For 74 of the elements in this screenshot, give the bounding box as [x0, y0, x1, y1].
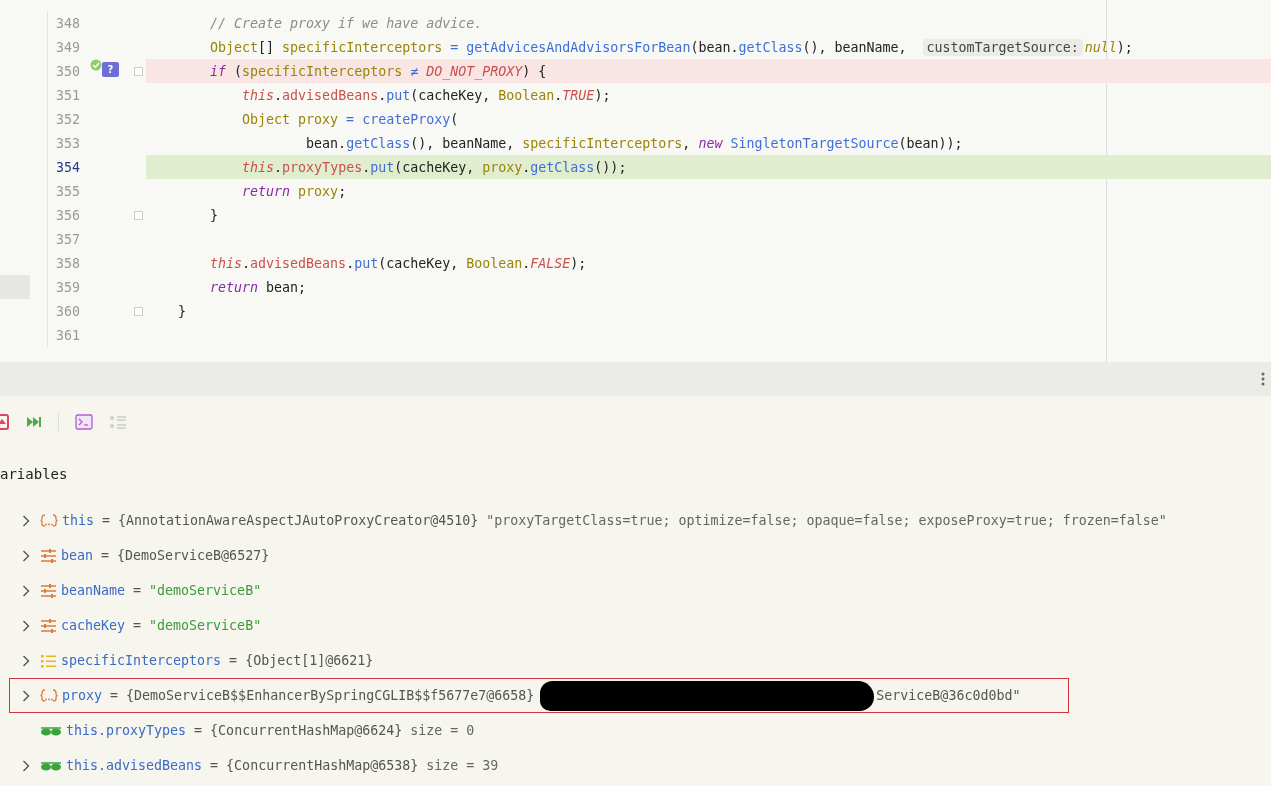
code-line: Object[] specificInterceptors = getAdvicesAndAdvisorsForBean(bean.getClass(), beanName, customTargetSource: null); — [209, 37, 1134, 58]
variable-name: this — [62, 513, 95, 528]
line-number: 354 — [54, 159, 80, 175]
glasses-icon — [40, 760, 62, 771]
value-description: "proxyTargetClass=true; optimize=false; opaque=false; exposeProxy=true; frozen=false" — [486, 513, 1167, 528]
equals-sign: = — [194, 723, 203, 738]
variable-value: {ConcurrentHashMap@6538} — [226, 758, 419, 773]
line-number: 361 — [54, 327, 80, 343]
line-number: 351 — [54, 87, 80, 103]
panel-title: ariables — [0, 466, 68, 482]
line-number: 350 — [54, 63, 80, 79]
line-number: 356 — [54, 207, 80, 223]
equals-sign: = — [101, 548, 110, 563]
equals-sign: = — [102, 513, 111, 528]
variable-name: bean — [61, 548, 94, 563]
code-line: } — [177, 302, 187, 321]
object-braces-icon — [40, 513, 58, 528]
value-description: size = 0 — [410, 723, 475, 738]
line-number: 353 — [54, 135, 80, 151]
line-number: 352 — [54, 111, 80, 127]
chevron-right-icon[interactable] — [22, 549, 30, 562]
line-number: 348 — [54, 15, 80, 31]
variable-value: {DemoServiceB@6527} — [117, 548, 270, 563]
chevron-right-icon[interactable] — [22, 514, 30, 527]
hint-badge[interactable]: ? — [102, 62, 119, 77]
more-options-icon[interactable] — [1261, 372, 1265, 386]
sliders-icon — [40, 547, 57, 564]
code-line: this.advisedBeans.put(cacheKey, Boolean.TRUE); — [241, 86, 612, 105]
terminal-icon[interactable] — [75, 414, 93, 430]
glasses-icon — [40, 725, 62, 736]
line-number: 349 — [54, 39, 80, 55]
equals-sign: = — [210, 758, 219, 773]
chevron-right-icon[interactable] — [22, 689, 30, 702]
variable-value: {ConcurrentHashMap@6624} — [210, 723, 403, 738]
equals-sign: = — [133, 618, 142, 633]
code-line: } — [209, 206, 220, 225]
line-number: 358 — [54, 255, 80, 271]
line-number: 355 — [54, 183, 80, 199]
equals-sign: = — [110, 688, 119, 703]
chevron-right-icon[interactable] — [22, 619, 30, 632]
chevron-right-icon[interactable] — [22, 759, 30, 772]
variable-name: this.advisedBeans — [66, 758, 203, 773]
variable-value: {Object[1]@6621} — [245, 653, 374, 668]
equals-sign: = — [229, 653, 238, 668]
list-icon — [40, 652, 57, 669]
sliders-icon — [40, 582, 57, 599]
variable-name: beanName — [61, 583, 126, 598]
equals-sign: = — [133, 583, 142, 598]
line-number: 357 — [54, 231, 80, 247]
code-line: Object proxy = createProxy( — [241, 110, 460, 129]
code-line: return proxy; — [241, 182, 348, 201]
line-number: 359 — [54, 279, 80, 295]
value-description: size = 39 — [426, 758, 499, 773]
fast-forward-icon[interactable] — [26, 415, 42, 429]
variable-name: this.proxyTypes — [66, 723, 187, 738]
chevron-right-icon[interactable] — [22, 584, 30, 597]
variable-name: cacheKey — [61, 618, 126, 633]
line-number: 360 — [54, 303, 80, 319]
sliders-icon — [40, 617, 57, 634]
restore-layout-icon[interactable] — [0, 414, 10, 430]
code-line: // Create proxy if we have advice. — [209, 14, 484, 33]
code-line: this.advisedBeans.put(cacheKey, Boolean.FALSE); — [209, 254, 588, 273]
code-line: bean.getClass(), beanName, specificInterceptors, new SingletonTargetSource(bean)); — [305, 134, 964, 153]
variable-value: {AnnotationAwareAspectJAutoProxyCreator@4510} — [118, 513, 479, 528]
variable-value: "demoServiceB" — [149, 583, 262, 598]
check-icon — [90, 59, 102, 71]
chevron-right-icon[interactable] — [22, 654, 30, 667]
variable-name: specificInterceptors — [61, 653, 222, 668]
variable-name: proxy — [62, 688, 103, 703]
variable-value: "demoServiceB" — [149, 618, 262, 633]
code-line: return bean; — [209, 278, 308, 297]
object-braces-icon — [40, 688, 58, 703]
variable-value: {DemoServiceB$$EnhancerBySpringCGLIB$$f5677e7@6658} — [126, 688, 535, 703]
value-description: ServiceB@36c0d0bd" — [876, 688, 1021, 703]
